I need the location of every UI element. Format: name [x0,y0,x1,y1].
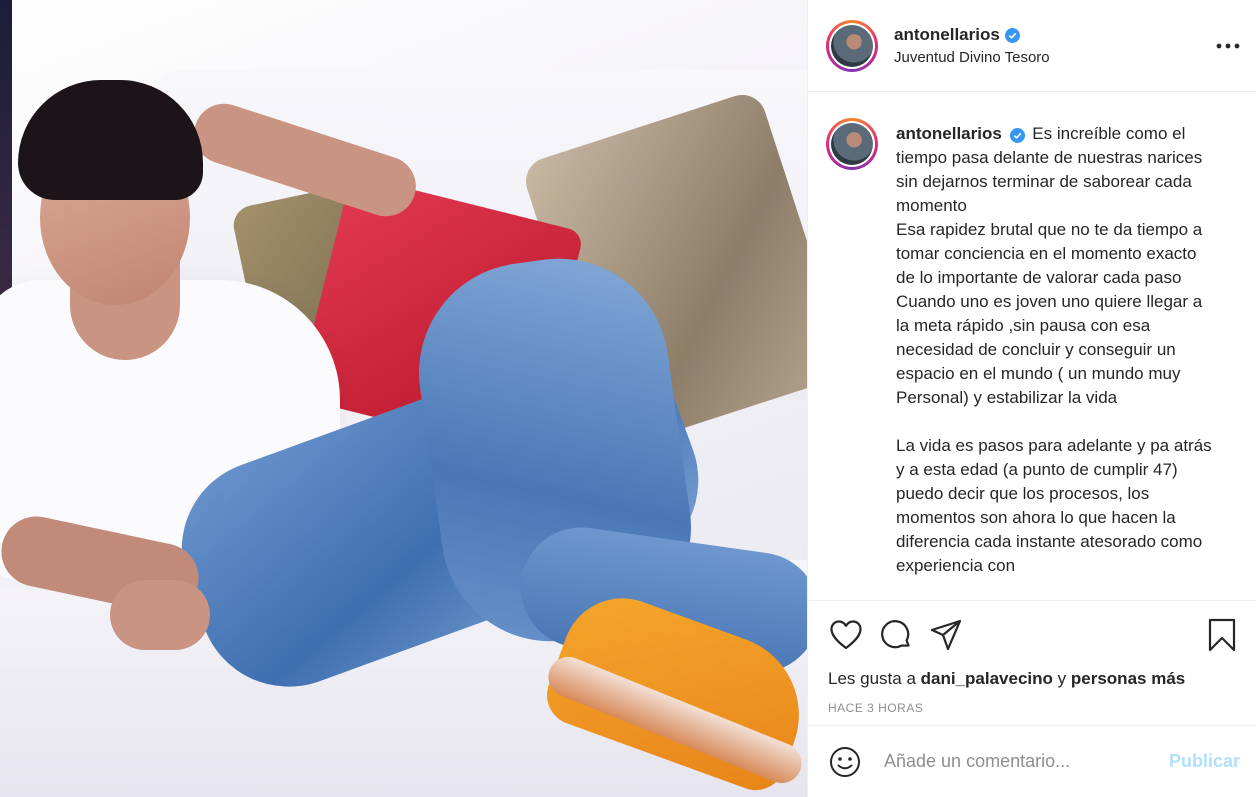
more-options-icon[interactable] [1216,34,1240,58]
avatar-image [831,123,873,165]
caption-avatar[interactable] [826,118,878,170]
likes-summary[interactable]: Les gusta a dani_palavecino y personas m… [828,669,1240,689]
photo-background-stripe [0,0,12,300]
caption: antonellarios Es increíble como el tiemp… [896,122,1214,600]
caption-username[interactable]: antonellarios [896,124,1002,143]
header-username[interactable]: antonellarios [894,25,1000,45]
caption-section[interactable]: antonellarios Es increíble como el tiemp… [808,92,1256,600]
caption-text: Es increíble como el tiempo pasa delante… [896,124,1212,575]
emoji-icon[interactable] [828,745,862,779]
post-side-panel: antonellarios Juventud Divino Tesoro ant… [807,0,1256,797]
post-photo[interactable] [0,0,807,797]
publish-button[interactable]: Publicar [1169,751,1240,772]
post-timestamp[interactable]: HACE 3 HORAS [828,701,1240,715]
post-location[interactable]: Juventud Divino Tesoro [894,49,1216,66]
post-header: antonellarios Juventud Divino Tesoro [808,0,1256,92]
verified-badge-icon [1004,27,1020,43]
photo-hand [110,580,210,650]
instagram-post: antonellarios Juventud Divino Tesoro ant… [0,0,1256,797]
heart-icon[interactable] [828,617,864,653]
post-actions: Les gusta a dani_palavecino y personas m… [808,600,1256,725]
likes-username[interactable]: dani_palavecino [921,669,1053,688]
comment-bar: Publicar [808,725,1256,797]
avatar-image [831,24,873,67]
bookmark-icon[interactable] [1204,617,1240,653]
comment-input[interactable] [882,750,1169,773]
share-icon[interactable] [928,617,964,653]
verified-badge-icon [1009,128,1025,143]
likes-others[interactable]: personas más [1071,669,1185,688]
avatar[interactable] [826,19,878,72]
comment-icon[interactable] [878,617,914,653]
